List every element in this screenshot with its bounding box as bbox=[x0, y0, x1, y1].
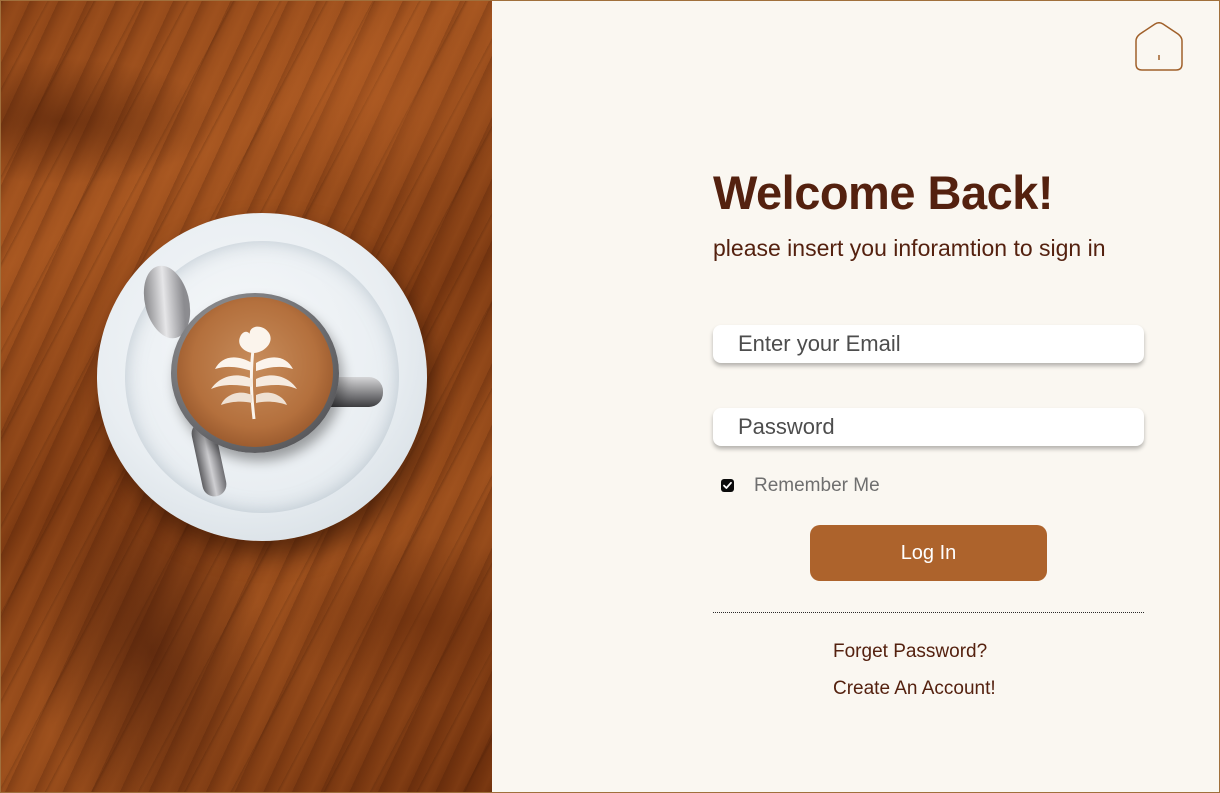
home-button[interactable] bbox=[1134, 22, 1184, 72]
page-subtitle: please insert you inforamtion to sign in bbox=[713, 235, 1106, 261]
coffee-photo bbox=[1, 1, 492, 792]
divider bbox=[713, 612, 1144, 613]
forgot-password-link[interactable]: Forget Password? bbox=[833, 641, 987, 663]
password-field[interactable] bbox=[713, 408, 1144, 446]
home-icon bbox=[1135, 22, 1183, 71]
remember-me-label[interactable]: Remember Me bbox=[754, 475, 880, 497]
email-field[interactable] bbox=[713, 325, 1144, 363]
latte-art-icon bbox=[211, 326, 297, 420]
check-icon bbox=[723, 481, 732, 489]
login-page: Welcome Back! please insert you inforamt… bbox=[0, 0, 1220, 793]
login-button[interactable]: Log In bbox=[810, 525, 1047, 581]
create-account-link[interactable]: Create An Account! bbox=[833, 678, 996, 700]
page-title: Welcome Back! bbox=[713, 166, 1054, 219]
remember-me-checkbox[interactable] bbox=[721, 479, 734, 492]
